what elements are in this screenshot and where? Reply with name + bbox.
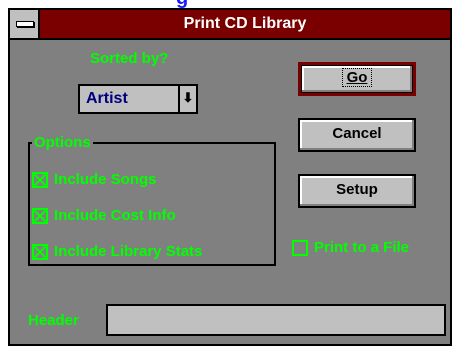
include-library-stats-checkbox[interactable]: Include Library Stats [32, 242, 202, 262]
go-button[interactable]: Go [298, 62, 416, 96]
cancel-button-label: Cancel [332, 125, 382, 142]
include-songs-label: Include Songs [54, 171, 157, 188]
include-library-stats-label: Include Library Stats [54, 243, 203, 260]
options-group-label: Options [32, 134, 93, 151]
sorted-by-label: Sorted by? [90, 50, 169, 67]
include-cost-info-label: Include Cost Info [54, 207, 176, 224]
header-label: Header [28, 312, 79, 329]
system-menu-icon [16, 21, 34, 27]
checkbox-checked-icon [32, 172, 48, 189]
go-button-label: Go [346, 69, 368, 86]
system-menu-button[interactable] [10, 10, 40, 38]
setup-button-label: Setup [336, 181, 378, 198]
checkbox-unchecked-icon [292, 240, 308, 257]
dialog-window: Print CD Library Sorted by? Artist ⬇ Go … [8, 8, 452, 346]
sort-combobox[interactable]: Artist ⬇ [78, 84, 198, 114]
checkbox-checked-icon [32, 244, 48, 261]
top-strip: g [0, 0, 458, 8]
sort-combobox-value[interactable]: Artist [78, 84, 178, 114]
cancel-button[interactable]: Cancel [298, 118, 416, 152]
header-input[interactable] [106, 304, 446, 336]
print-to-file-checkbox[interactable]: Print to a File [292, 238, 409, 258]
include-songs-checkbox[interactable]: Include Songs [32, 170, 157, 190]
title-bar: Print CD Library [10, 10, 450, 40]
checkbox-checked-icon [32, 208, 48, 225]
dropdown-arrow-icon[interactable]: ⬇ [178, 84, 198, 114]
print-to-file-label: Print to a File [314, 239, 410, 256]
setup-button[interactable]: Setup [298, 174, 416, 208]
include-cost-info-checkbox[interactable]: Include Cost Info [32, 206, 176, 226]
clipped-link-text: g [176, 0, 188, 8]
window-title: Print CD Library [183, 15, 307, 32]
